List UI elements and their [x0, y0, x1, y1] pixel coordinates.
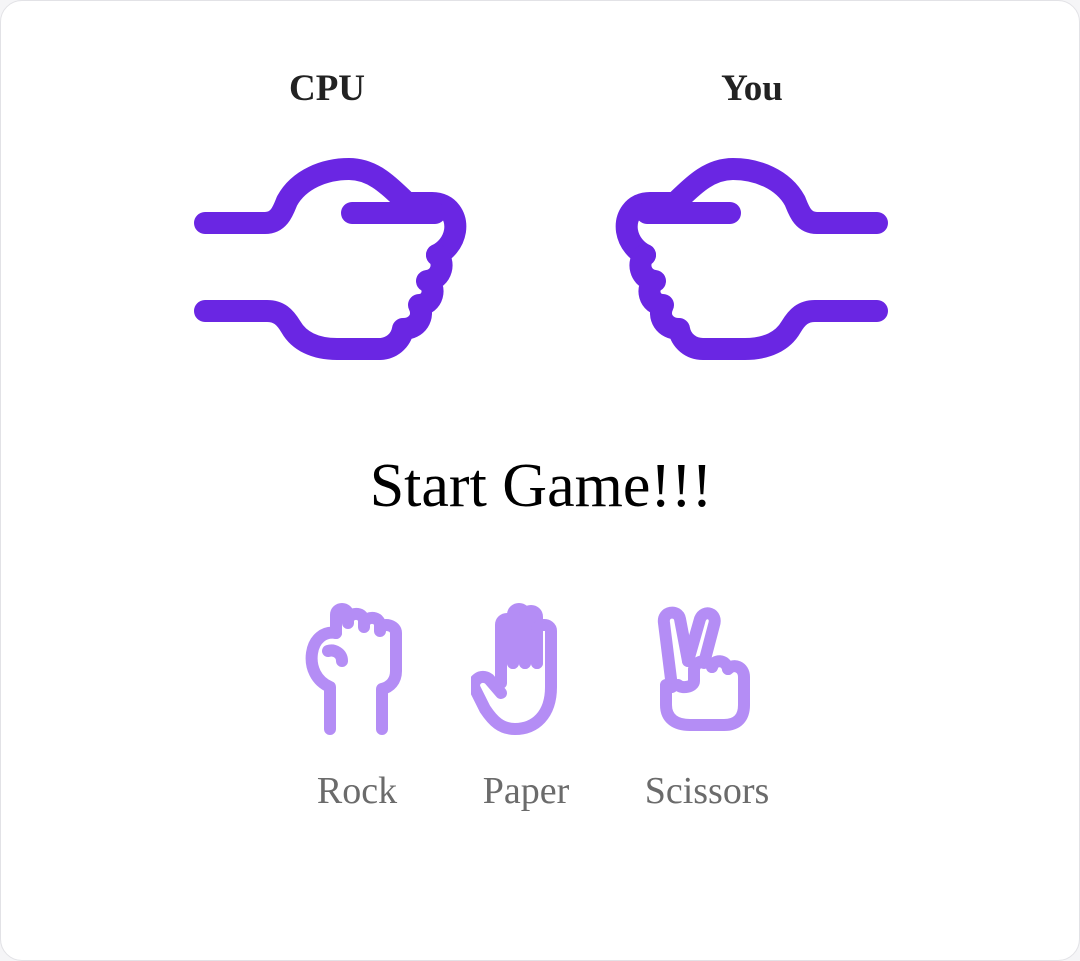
rock-label: Rock — [316, 770, 398, 812]
scissors-hand-icon — [657, 606, 750, 731]
rock-hand-icon — [305, 603, 402, 735]
paper-button[interactable]: Paper — [441, 597, 601, 827]
game-card: CPU You Start Game!!! Rock Paper Scissor… — [0, 0, 1080, 961]
paper-hand-icon — [471, 603, 557, 735]
cpu-label: CPU — [288, 68, 366, 109]
you-fist-icon — [615, 158, 888, 360]
cpu-fist-icon — [194, 158, 467, 360]
paper-label: Paper — [482, 770, 570, 812]
scissors-label: Scissors — [644, 770, 770, 812]
game-status: Start Game!!! — [369, 452, 713, 520]
scissors-button[interactable]: Scissors — [622, 597, 782, 827]
rock-button[interactable]: Rock — [272, 597, 432, 827]
you-label: You — [721, 68, 783, 109]
